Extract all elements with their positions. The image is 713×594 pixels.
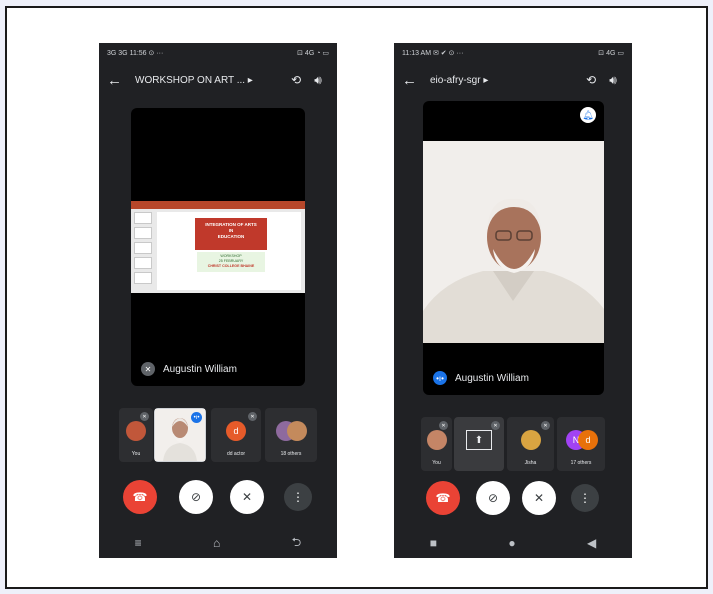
present-screen-icon: ⬆ bbox=[466, 430, 492, 450]
recents-icon[interactable]: ■ bbox=[430, 536, 437, 550]
slide-thumbnails bbox=[134, 212, 152, 290]
back-icon[interactable]: ⮌ bbox=[292, 533, 302, 554]
participant-tiles: ✕ You ⬆ ✕ ✕ Jisha N d 17 others bbox=[394, 417, 632, 473]
meeting-title[interactable]: WORKSHOP ON ART ... ▸ bbox=[129, 75, 285, 86]
tile-label: You bbox=[131, 451, 141, 457]
status-right: ⊡ 4G ▭ bbox=[598, 50, 624, 57]
switch-camera-icon[interactable]: ⟲ bbox=[580, 73, 602, 87]
participant-tile-others[interactable]: N d 17 others bbox=[557, 417, 605, 471]
more-options-button[interactable]: ⋮ bbox=[571, 484, 599, 512]
participant-tile-others[interactable]: 18 others bbox=[265, 408, 317, 462]
avatar bbox=[126, 421, 146, 441]
mic-off-icon: ✕ bbox=[141, 362, 155, 376]
slide-title-box: INTEGRATION OF ARTS IN EDUCATION bbox=[195, 218, 267, 250]
notification-bell-icon[interactable]: 🔔︎ bbox=[580, 107, 596, 123]
avatar bbox=[287, 421, 307, 441]
android-nav-bar: ■ ● ◀ bbox=[394, 528, 632, 558]
slide-canvas: INTEGRATION OF ARTS IN EDUCATION WORKSHO… bbox=[157, 212, 301, 290]
avatar bbox=[426, 430, 447, 450]
presenter-name: Augustin William bbox=[163, 363, 237, 375]
home-icon[interactable]: ⌂ bbox=[213, 536, 220, 550]
home-icon[interactable]: ● bbox=[508, 536, 515, 550]
meeting-top-bar: ← WORKSHOP ON ART ... ▸ ⟲ 🔊︎ bbox=[99, 65, 337, 95]
main-stage: INTEGRATION OF ARTS IN EDUCATION WORKSHO… bbox=[131, 108, 305, 386]
presenter-name-bar: ✕ Augustin William bbox=[131, 352, 305, 386]
participant-tile-other[interactable]: d ✕ dd actor bbox=[211, 408, 261, 462]
tile-label: Jisha bbox=[524, 460, 537, 466]
tile-label: dd actor bbox=[226, 451, 246, 457]
mic-off-icon: ✕ bbox=[491, 421, 500, 430]
speaking-icon: •ı• bbox=[433, 371, 447, 385]
main-stage: 🔔︎ •ı• Augustin William bbox=[423, 101, 604, 395]
phone-screen-right: 11:13 AM ✉ ✔ ⊙ ··· ⊡ 4G ▭ ← eio-afry-sgr… bbox=[394, 43, 632, 558]
presenter-name-bar: •ı• Augustin William bbox=[423, 361, 604, 395]
avatar bbox=[520, 430, 541, 450]
call-controls: ☎︎ ⊘ ✕ ⋮ bbox=[99, 480, 337, 516]
mic-off-icon: ✕ bbox=[248, 412, 257, 421]
slide-venue: CHRIST COLLEGE BHAINE bbox=[207, 264, 255, 268]
end-call-button[interactable]: ☎︎ bbox=[426, 481, 460, 515]
status-left: 11:13 AM ✉ ✔ ⊙ ··· bbox=[402, 50, 464, 57]
mic-off-icon: ✕ bbox=[439, 421, 448, 430]
call-controls: ☎︎ ⊘ ✕ ⋮ bbox=[394, 481, 632, 517]
slide-title-line: EDUCATION bbox=[217, 234, 245, 239]
speaking-icon: •ı• bbox=[191, 412, 202, 423]
tile-label: You bbox=[432, 460, 441, 466]
status-bar: 3G 3G 11:56 ⊙ ··· ⊡ 4G ◔ ▭ bbox=[99, 43, 337, 63]
meeting-top-bar: ← eio-afry-sgr ▸ ⟲ 🔊︎ bbox=[394, 65, 632, 95]
mic-off-icon: ✕ bbox=[541, 421, 550, 430]
shared-presentation: INTEGRATION OF ARTS IN EDUCATION WORKSHO… bbox=[131, 201, 305, 293]
app-ribbon bbox=[131, 201, 305, 209]
mic-off-icon: ✕ bbox=[140, 412, 149, 421]
speaker-image bbox=[423, 141, 604, 343]
status-left: 3G 3G 11:56 ⊙ ··· bbox=[107, 50, 164, 57]
participant-tiles: ✕ You •ı• d ✕ dd actor 18 others bbox=[99, 408, 337, 464]
speaker-icon[interactable]: 🔊︎ bbox=[307, 73, 329, 88]
status-bar: 11:13 AM ✉ ✔ ⊙ ··· ⊡ 4G ▭ bbox=[394, 43, 632, 63]
mic-off-button[interactable]: ✕ bbox=[522, 481, 556, 515]
menu-icon[interactable]: ≡ bbox=[135, 536, 142, 550]
avatar: d bbox=[578, 430, 598, 450]
tile-label: 18 others bbox=[280, 451, 302, 457]
participant-tile-presentation[interactable]: ⬆ ✕ bbox=[454, 417, 504, 471]
camera-off-button[interactable]: ⊘ bbox=[476, 481, 510, 515]
participant-tile-you[interactable]: ✕ You bbox=[421, 417, 452, 471]
status-right: ⊡ 4G ◔ ▭ bbox=[297, 50, 329, 57]
end-call-button[interactable]: ☎︎ bbox=[123, 480, 157, 514]
speaker-icon[interactable]: 🔊︎ bbox=[602, 73, 624, 88]
camera-off-button[interactable]: ⊘ bbox=[179, 480, 213, 514]
avatar: d bbox=[226, 421, 246, 441]
more-options-button[interactable]: ⋮ bbox=[284, 483, 312, 511]
phone-screen-left: 3G 3G 11:56 ⊙ ··· ⊡ 4G ◔ ▭ ← WORKSHOP ON… bbox=[99, 43, 337, 558]
switch-camera-icon[interactable]: ⟲ bbox=[285, 73, 307, 87]
meeting-title[interactable]: eio-afry-sgr ▸ bbox=[424, 75, 580, 86]
presenter-name: Augustin William bbox=[455, 372, 529, 384]
back-arrow-icon[interactable]: ← bbox=[402, 72, 424, 89]
slide-subtitle-box: WORKSHOP 25 FEBRUARY CHRIST COLLEGE BHAI… bbox=[197, 252, 265, 272]
tile-label: 17 others bbox=[570, 460, 592, 466]
back-arrow-icon[interactable]: ← bbox=[107, 72, 129, 89]
android-nav-bar: ≡ ⌂ ⮌ bbox=[99, 528, 337, 558]
back-icon[interactable]: ◀ bbox=[587, 536, 596, 550]
participant-tile-you[interactable]: ✕ You bbox=[119, 408, 153, 462]
mic-off-button[interactable]: ✕ bbox=[230, 480, 264, 514]
participant-tile-speaker[interactable]: •ı• bbox=[154, 408, 206, 462]
speaker-video bbox=[423, 141, 604, 343]
participant-tile-other[interactable]: ✕ Jisha bbox=[507, 417, 554, 471]
